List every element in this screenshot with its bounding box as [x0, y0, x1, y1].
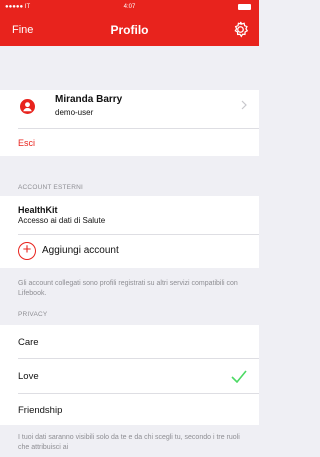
status-bar: ●●●●● IT 4:07 — [0, 0, 259, 14]
profile-name[interactable]: Miranda Barry — [55, 94, 122, 105]
battery-icon — [238, 4, 251, 10]
healthkit-subtitle: Accesso ai dati di Salute — [18, 216, 106, 225]
page-title: Profilo — [110, 23, 149, 37]
logout-button[interactable]: Esci — [18, 138, 35, 148]
divider — [18, 128, 259, 129]
add-account-button[interactable]: Aggiungi account — [42, 245, 119, 256]
section-header-privacy: PRIVACY — [18, 311, 48, 318]
gear-icon[interactable] — [231, 20, 250, 39]
status-time: 4:07 — [123, 4, 136, 10]
privacy-option-love[interactable]: Love — [18, 371, 39, 382]
divider — [18, 358, 259, 359]
privacy-option-friendship[interactable]: Friendship — [18, 405, 62, 416]
nav-bar: Fine Profilo — [0, 14, 259, 46]
profile-group — [0, 90, 259, 156]
checkmark-icon — [231, 370, 247, 383]
privacy-note: I tuoi dati saranno visibili solo da te … — [18, 434, 240, 451]
healthkit-title[interactable]: HealthKit — [18, 205, 58, 215]
divider — [18, 234, 259, 235]
avatar — [20, 99, 35, 114]
section-header-external-accounts: ACCOUNT ESTERNI — [18, 184, 83, 191]
profile-username[interactable]: demo-user — [55, 108, 93, 117]
add-icon[interactable]: + — [18, 242, 36, 260]
chevron-right-icon[interactable] — [241, 100, 247, 110]
divider — [18, 393, 259, 394]
external-accounts-note: Gli account collegati sono profili regis… — [18, 280, 238, 297]
privacy-option-care[interactable]: Care — [18, 337, 39, 348]
